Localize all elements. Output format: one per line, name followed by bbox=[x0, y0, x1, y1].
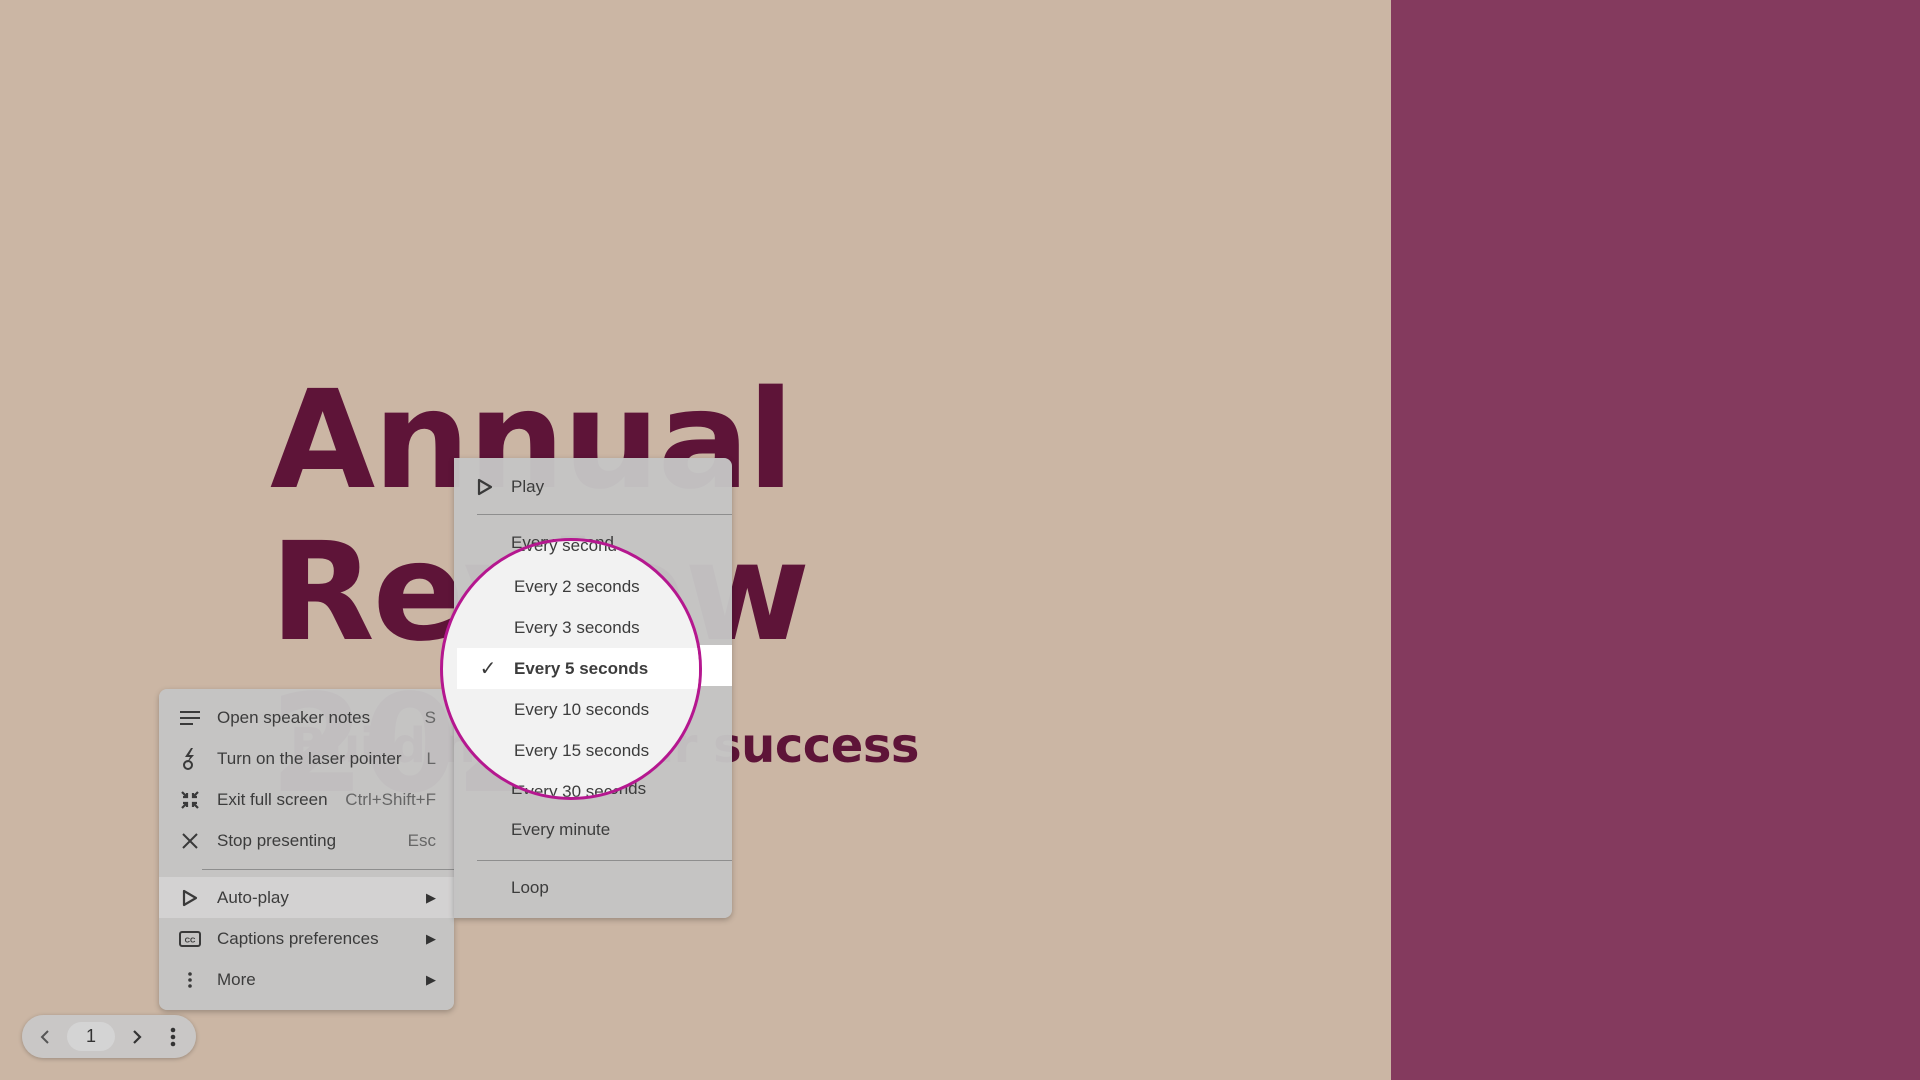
submenu-item-label: Play bbox=[511, 476, 545, 496]
menu-item-more[interactable]: More ▶ bbox=[159, 959, 454, 1000]
submenu-arrow-icon: ▶ bbox=[426, 889, 436, 905]
shortcut-label: Esc bbox=[407, 830, 436, 850]
menu-item-label: Turn on the laser pointer bbox=[217, 748, 402, 768]
menu-item-label: Open speaker notes bbox=[217, 707, 371, 727]
interval-option[interactable]: Every 15 seconds bbox=[454, 727, 732, 768]
menu-item-auto-play[interactable]: Auto-play ▶ bbox=[159, 877, 454, 918]
menu-item-open-speaker-notes[interactable]: Open speaker notes S bbox=[159, 697, 454, 738]
close-icon bbox=[179, 830, 201, 852]
submenu-item-label: Loop bbox=[511, 877, 549, 897]
menu-item-exit-full-screen[interactable]: Exit full screen Ctrl+Shift+F bbox=[159, 779, 454, 820]
menu-divider bbox=[477, 514, 732, 515]
interval-label: Every minute bbox=[511, 819, 611, 839]
submenu-arrow-icon: ▶ bbox=[426, 930, 436, 946]
more-vert-icon bbox=[179, 969, 201, 991]
slide-accent-panel bbox=[1391, 0, 1920, 1080]
previous-slide-button[interactable] bbox=[30, 1015, 60, 1058]
interval-label: Every 2 seconds bbox=[511, 573, 637, 593]
interval-option[interactable]: Every 2 seconds bbox=[454, 563, 732, 604]
shortcut-label: S bbox=[424, 707, 436, 727]
play-icon bbox=[179, 887, 201, 909]
checkmark-icon: ✓ bbox=[476, 655, 494, 677]
presentation-control-bar: 1 bbox=[22, 1015, 196, 1058]
shortcut-label: Ctrl+Shift+F bbox=[345, 789, 436, 809]
submenu-item-loop[interactable]: Loop bbox=[454, 867, 732, 908]
interval-option[interactable]: Every 10 seconds bbox=[454, 686, 732, 727]
menu-item-label: More bbox=[217, 969, 256, 989]
presenter-menu: Open speaker notes S Turn on the laser p… bbox=[159, 689, 454, 1010]
menu-item-label: Auto-play bbox=[217, 887, 289, 907]
interval-label: Every 30 seconds bbox=[511, 778, 647, 798]
laser-pointer-icon bbox=[179, 747, 201, 770]
submenu-item-play[interactable]: Play bbox=[454, 466, 732, 507]
interval-option-selected[interactable]: ✓ Every 5 seconds bbox=[454, 645, 732, 686]
interval-label: Every 15 seconds bbox=[511, 737, 647, 757]
menu-item-label: Exit full screen bbox=[217, 789, 328, 809]
interval-option[interactable]: Every 30 seconds bbox=[454, 768, 732, 809]
next-slide-button[interactable] bbox=[122, 1015, 152, 1058]
interval-option[interactable]: Every 3 seconds bbox=[454, 604, 732, 645]
menu-item-captions-preferences[interactable]: CC Captions preferences ▶ bbox=[159, 918, 454, 959]
auto-play-submenu: Play Every second Every 2 seconds Every … bbox=[454, 458, 732, 918]
play-icon bbox=[474, 476, 496, 498]
interval-option[interactable]: Every minute bbox=[454, 809, 732, 850]
interval-label: Every 10 seconds bbox=[511, 696, 647, 716]
interval-label: Every 3 seconds bbox=[511, 614, 637, 634]
current-page-indicator[interactable]: 1 bbox=[67, 1022, 115, 1051]
shortcut-label: L bbox=[426, 748, 436, 768]
menu-item-label: Captions preferences bbox=[217, 928, 379, 948]
menu-item-label: Stop presenting bbox=[217, 830, 337, 850]
menu-divider bbox=[477, 860, 732, 861]
presenter-menu-button[interactable] bbox=[158, 1015, 188, 1058]
speaker-notes-icon bbox=[179, 707, 201, 729]
menu-divider bbox=[202, 869, 454, 870]
more-vert-icon bbox=[170, 1027, 176, 1046]
interval-option[interactable]: Every second bbox=[454, 522, 732, 563]
menu-item-stop-presenting[interactable]: Stop presenting Esc bbox=[159, 820, 454, 861]
exit-fullscreen-icon bbox=[179, 789, 201, 811]
chevron-right-icon bbox=[133, 1029, 142, 1044]
interval-label: Every 5 seconds bbox=[511, 655, 646, 675]
menu-item-laser-pointer[interactable]: Turn on the laser pointer L bbox=[159, 738, 454, 779]
interval-label: Every second bbox=[511, 532, 614, 552]
chevron-left-icon bbox=[40, 1029, 49, 1044]
captions-icon: CC bbox=[179, 928, 201, 950]
submenu-arrow-icon: ▶ bbox=[426, 971, 436, 987]
svg-text:CC: CC bbox=[185, 935, 196, 944]
